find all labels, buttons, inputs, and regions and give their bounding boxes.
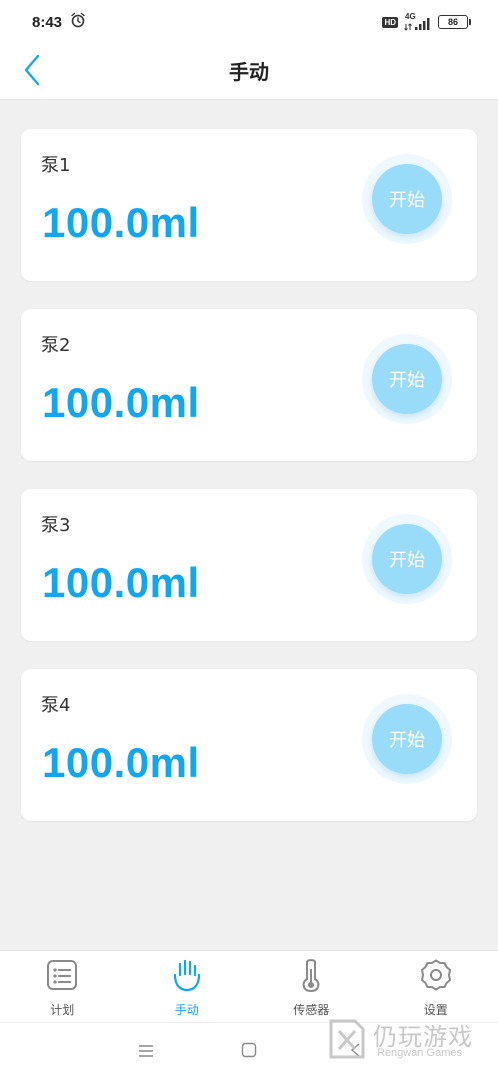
start-button[interactable]: 开始 [372, 704, 442, 774]
status-bar: 8:43 HD 4G 86 [0, 0, 498, 44]
pump-volume: 100.0ml [42, 739, 200, 786]
menu-button[interactable] [135, 1041, 157, 1063]
pump-label: 泵1 [41, 155, 71, 176]
gear-icon [418, 957, 454, 993]
menu-icon [138, 1043, 154, 1062]
start-button[interactable]: 开始 [372, 164, 442, 234]
alarm-icon [70, 12, 86, 32]
pump-label: 泵4 [41, 695, 71, 716]
watermark-subtitle: Rengwan Games [377, 1047, 462, 1059]
tab-plan[interactable]: 计划 [0, 951, 125, 1022]
hand-icon [169, 957, 205, 993]
battery-level: 86 [447, 17, 458, 27]
start-button-halo: 开始 [362, 694, 452, 784]
tab-settings[interactable]: 设置 [374, 951, 498, 1022]
start-button[interactable]: 开始 [372, 524, 442, 594]
tab-label: 计划 [50, 1003, 75, 1017]
signal-icon: 4G [404, 12, 432, 32]
plan-list-icon [44, 957, 80, 993]
pump-card-1: 泵1 100.0ml 开始 [21, 129, 477, 281]
start-button[interactable]: 开始 [372, 344, 442, 414]
battery-icon: 86 [438, 15, 471, 29]
watermark-logo-icon [329, 1019, 365, 1059]
status-right: HD 4G 86 [382, 12, 471, 32]
home-icon [241, 1042, 257, 1062]
start-button-halo: 开始 [362, 334, 452, 424]
home-button[interactable] [238, 1041, 260, 1063]
pump-card-2: 泵2 100.0ml 开始 [21, 309, 477, 461]
page-title: 手动 [229, 60, 269, 84]
watermark: 仍玩游戏 Rengwan Games [325, 1015, 495, 1065]
pump-card-3: 泵3 100.0ml 开始 [21, 489, 477, 641]
bottom-tab-bar: 计划 手动 传感器 设置 [0, 950, 498, 1022]
header-bar: 手动 [0, 44, 498, 100]
start-button-halo: 开始 [362, 154, 452, 244]
status-time: 8:43 [32, 13, 63, 31]
pump-label: 泵3 [41, 515, 71, 536]
status-left: 8:43 [32, 12, 86, 32]
tab-label: 传感器 [293, 1003, 330, 1017]
tab-manual[interactable]: 手动 [125, 951, 250, 1022]
tab-label: 手动 [174, 1003, 199, 1017]
pump-volume: 100.0ml [42, 379, 200, 426]
pump-label: 泵2 [41, 335, 71, 356]
hd-badge: HD [382, 16, 398, 28]
thermometer-icon [293, 957, 329, 993]
start-button-halo: 开始 [362, 514, 452, 604]
pump-card-4: 泵4 100.0ml 开始 [21, 669, 477, 821]
pump-volume: 100.0ml [42, 199, 200, 246]
pump-volume: 100.0ml [42, 559, 200, 606]
tab-sensor[interactable]: 传感器 [249, 951, 374, 1022]
